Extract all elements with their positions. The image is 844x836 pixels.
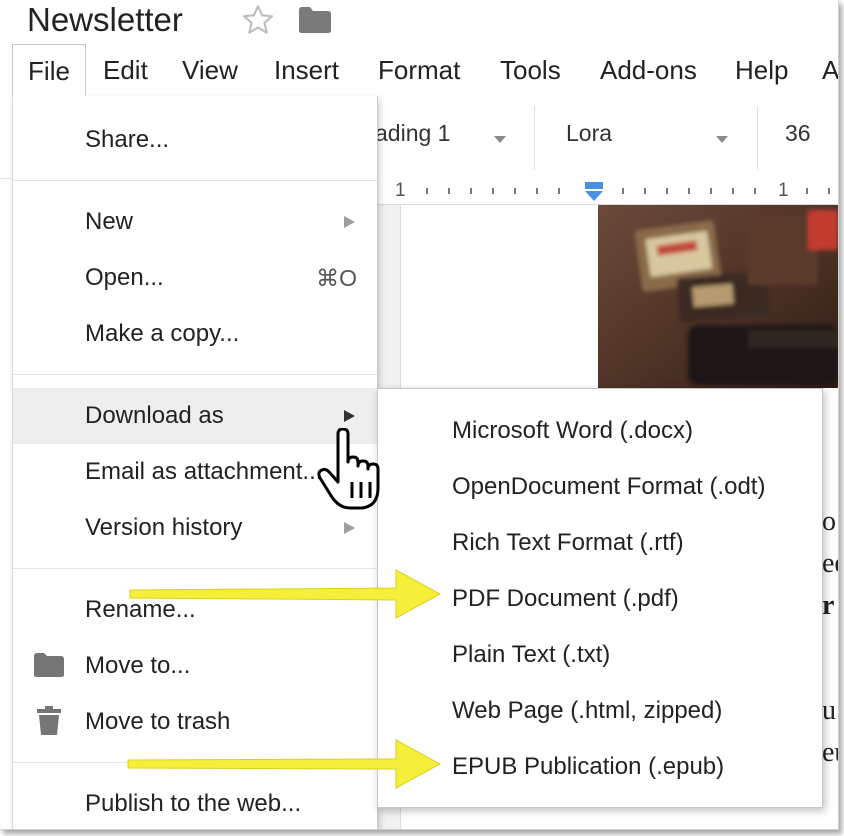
menu-item-share[interactable]: Share... (13, 112, 377, 168)
menu-file[interactable]: File (12, 44, 86, 96)
submenu-item-label: Web Page (.html, zipped) (452, 697, 723, 724)
menu-format[interactable]: Format (378, 44, 460, 96)
menu-item-make-copy[interactable]: Make a copy... (13, 306, 377, 362)
download-rtf[interactable]: Rich Text Format (.rtf) (378, 515, 822, 571)
ruler-label: 1 (778, 180, 789, 201)
download-txt[interactable]: Plain Text (.txt) (378, 627, 822, 683)
submenu-item-label: Rich Text Format (.rtf) (452, 529, 684, 556)
ruler-tick (666, 188, 668, 194)
folder-icon[interactable] (298, 6, 332, 39)
trash-icon (37, 706, 61, 741)
download-as-submenu: Microsoft Word (.docx) OpenDocument Form… (377, 388, 823, 808)
document-text-fragment: ee (822, 548, 838, 579)
menu-insert[interactable]: Insert (274, 44, 339, 96)
menu-edit[interactable]: Edit (103, 44, 148, 96)
submenu-arrow-icon (344, 216, 355, 228)
menu-item-label: Share... (85, 126, 170, 153)
download-docx[interactable]: Microsoft Word (.docx) (378, 403, 822, 459)
menu-item-label: Version history (85, 514, 243, 541)
yellow-arrow-icon (127, 739, 442, 789)
ruler-tick (688, 188, 690, 194)
menu-item-label: Open... (85, 264, 164, 291)
style-dropdown-caret-icon[interactable] (494, 136, 506, 143)
toolbar-divider (757, 106, 758, 170)
menu-item-label: Download as (85, 402, 224, 429)
document-photo[interactable] (598, 205, 838, 388)
font-dropdown-caret-icon[interactable] (716, 136, 728, 143)
menu-divider (13, 374, 377, 375)
ruler-tick (806, 188, 808, 194)
menu-help[interactable]: Help (735, 44, 788, 96)
document-text-fragment: eu (822, 737, 838, 768)
ruler-tick (492, 188, 494, 194)
menu-item-new[interactable]: New (13, 194, 377, 250)
document-title[interactable]: Newsletter (27, 0, 183, 40)
font-family-value[interactable]: Lora (566, 120, 612, 147)
ruler-label: 1 (395, 180, 406, 201)
ruler-tick (514, 188, 516, 194)
submenu-item-label: OpenDocument Format (.odt) (452, 473, 766, 500)
ruler-tick (426, 188, 428, 194)
ruler-tick (448, 188, 450, 194)
submenu-item-label: PDF Document (.pdf) (452, 585, 679, 612)
menu-view[interactable]: View (182, 44, 238, 96)
download-epub[interactable]: EPUB Publication (.epub) (378, 739, 822, 795)
app-window: Newsletter File Edit View Insert Format … (0, 0, 839, 830)
menu-item-label: New (85, 208, 134, 235)
menu-tools[interactable]: Tools (500, 44, 561, 96)
menu-item-label: Move to... (85, 652, 191, 679)
menu-item-shortcut: ⌘O (316, 265, 357, 291)
menu-bar: File Edit View Insert Format Tools Add-o… (0, 44, 838, 96)
submenu-item-label: Plain Text (.txt) (452, 641, 611, 668)
download-odt[interactable]: OpenDocument Format (.odt) (378, 459, 822, 515)
ruler-tick (558, 188, 560, 194)
submenu-item-label: Microsoft Word (.docx) (452, 417, 693, 444)
ruler-tick (470, 188, 472, 194)
submenu-item-label: EPUB Publication (.epub) (452, 753, 725, 780)
menu-item-label: Make a copy... (85, 320, 240, 347)
yellow-arrow-icon (129, 569, 442, 619)
submenu-arrow-icon (344, 522, 355, 534)
ruler-tick (644, 188, 646, 194)
menu-item-open[interactable]: Open... ⌘O (13, 250, 377, 306)
indent-marker-icon[interactable] (584, 182, 604, 202)
ruler-tick (622, 188, 624, 194)
ruler-tick (732, 188, 734, 194)
submenu-arrow-icon (344, 410, 355, 422)
ruler-tick (754, 188, 756, 194)
menu-item-label: Email as attachment... (85, 458, 323, 485)
star-icon[interactable] (240, 2, 276, 43)
menu-divider (13, 180, 377, 181)
paragraph-style-value[interactable]: ading 1 (375, 120, 450, 147)
ruler-tick (536, 188, 538, 194)
ruler: 1 1 (376, 178, 838, 205)
ruler-tick (710, 188, 712, 194)
download-html-zipped[interactable]: Web Page (.html, zipped) (378, 683, 822, 739)
menu-accessibility[interactable]: A (822, 44, 838, 96)
document-text-fragment: o (822, 506, 836, 537)
document-text-fragment: u (822, 695, 836, 726)
ruler-tick (828, 188, 830, 194)
document-text-fragment: r (822, 590, 835, 621)
folder-icon (33, 652, 65, 683)
hand-pointer-icon (317, 428, 380, 510)
menu-item-move-to[interactable]: Move to... (13, 638, 377, 694)
font-size-value[interactable]: 36 (785, 120, 811, 147)
toolbar-divider (534, 106, 535, 170)
download-pdf[interactable]: PDF Document (.pdf) (378, 571, 822, 627)
menu-addons[interactable]: Add-ons (600, 44, 697, 96)
